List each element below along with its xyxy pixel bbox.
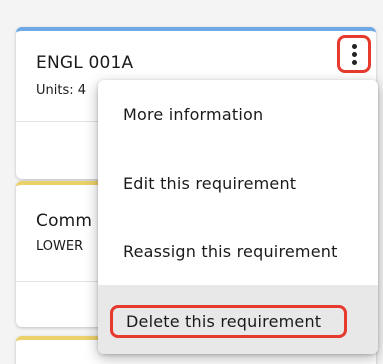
menu-item-edit-requirement[interactable]: Edit this requirement <box>98 149 378 217</box>
card-subtitle: LOWER <box>36 239 84 254</box>
kebab-vertical-icon <box>351 51 357 57</box>
requirement-options-menu: More information Edit this requirement R… <box>98 80 378 354</box>
requirements-page: ENGL 001A Units: 4 Comm LOWER More infor… <box>0 0 383 364</box>
menu-item-delete-requirement[interactable]: Delete this requirement <box>98 285 378 354</box>
options-menu-button[interactable] <box>337 35 371 73</box>
menu-item-label: Reassign this requirement <box>123 241 338 261</box>
kebab-vertical-icon <box>351 59 357 65</box>
card-title: ENGL 001A <box>36 53 134 73</box>
highlight-box: Delete this requirement <box>110 305 347 338</box>
card-title: Comm <box>36 211 93 231</box>
menu-item-label: Delete this requirement <box>126 312 322 331</box>
menu-item-label: Edit this requirement <box>123 173 297 193</box>
card-units: Units: 4 <box>36 83 87 98</box>
kebab-vertical-icon <box>351 43 357 49</box>
menu-item-reassign-requirement[interactable]: Reassign this requirement <box>98 217 378 285</box>
menu-item-more-information[interactable]: More information <box>98 80 378 148</box>
menu-item-label: More information <box>123 104 264 124</box>
